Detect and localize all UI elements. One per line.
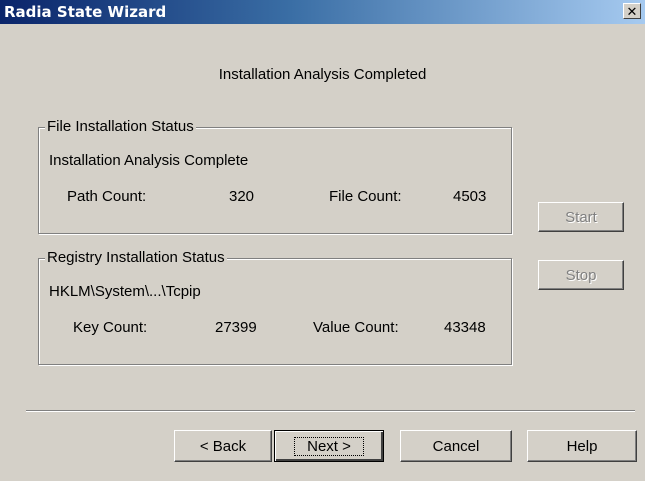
stop-button-label: Stop: [565, 266, 597, 284]
title-bar[interactable]: Radia State Wizard ✕: [0, 0, 645, 24]
separator-highlight: [26, 411, 635, 412]
file-status-text: Installation Analysis Complete: [49, 152, 249, 169]
key-count-label: Key Count:: [73, 319, 148, 336]
cancel-button[interactable]: Cancel: [400, 430, 512, 462]
registry-status-text: HKLM\System\...\Tcpip: [49, 283, 201, 300]
value-count-value: 43348: [444, 319, 486, 336]
file-count-value: 4503: [453, 188, 487, 205]
key-count-value: 27399: [215, 319, 257, 336]
back-button-label: < Back: [199, 437, 247, 455]
file-group-legend: File Installation Status: [45, 118, 196, 136]
back-button[interactable]: < Back: [174, 430, 272, 462]
close-icon[interactable]: ✕: [623, 3, 641, 19]
start-button[interactable]: Start: [538, 202, 624, 232]
window-title: Radia State Wizard: [4, 3, 167, 21]
file-installation-status-group: File Installation Status Installation An…: [38, 118, 512, 234]
stop-button[interactable]: Stop: [538, 260, 624, 290]
start-button-label: Start: [565, 208, 597, 226]
close-glyph: ✕: [626, 3, 638, 19]
registry-group-legend: Registry Installation Status: [45, 249, 227, 267]
next-button[interactable]: Next >: [274, 430, 384, 462]
file-count-label: File Count:: [329, 188, 402, 205]
next-button-label: Next >: [294, 436, 364, 456]
value-count-label: Value Count:: [313, 319, 399, 336]
help-button-label: Help: [566, 437, 598, 455]
path-count-value: 320: [229, 188, 255, 205]
registry-installation-status-group: Registry Installation Status HKLM\System…: [38, 249, 512, 365]
help-button[interactable]: Help: [527, 430, 637, 462]
cancel-button-label: Cancel: [432, 437, 480, 455]
path-count-label: Path Count:: [67, 188, 147, 205]
wizard-header: Installation Analysis Completed: [218, 66, 427, 83]
